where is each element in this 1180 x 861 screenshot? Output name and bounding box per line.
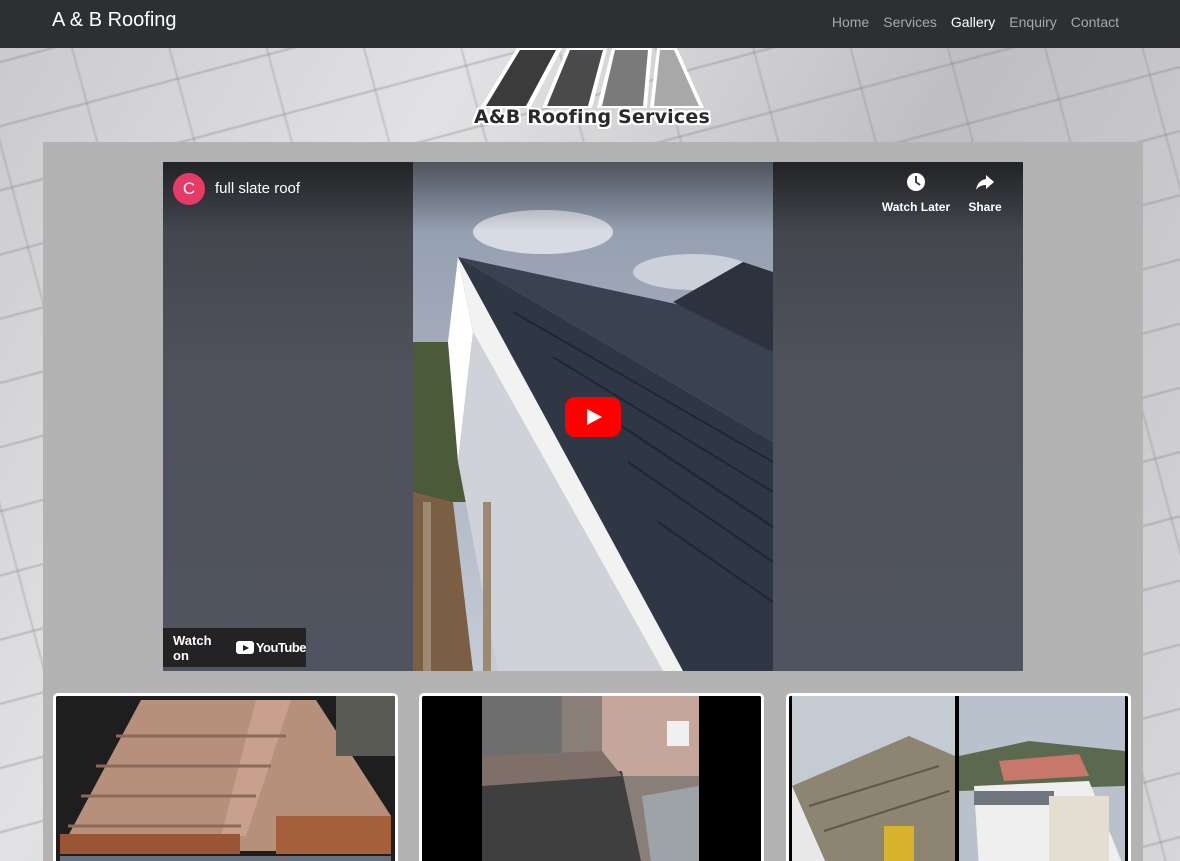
clock-icon: [907, 173, 925, 191]
video-title[interactable]: full slate roof: [215, 180, 300, 197]
gallery-image-3[interactable]: [786, 693, 1131, 861]
nav-link-contact[interactable]: Contact: [1064, 13, 1126, 31]
channel-avatar[interactable]: C: [173, 173, 205, 205]
gallery-panel: C full slate roof Watch Later Share Watc…: [43, 142, 1143, 861]
youtube-label: YouTube: [255, 640, 307, 655]
watch-on-youtube-button[interactable]: Watch on YouTube: [163, 628, 307, 667]
nav-link-home[interactable]: Home: [825, 13, 876, 31]
gallery-image-1[interactable]: [53, 693, 398, 861]
tiled-roof-photo: [56, 696, 395, 861]
share-arrow-icon: [976, 175, 994, 190]
play-button[interactable]: [565, 397, 621, 437]
navbar: A & B Roofing Home Services Gallery Enqu…: [0, 0, 1180, 48]
watch-later-button[interactable]: Watch Later: [881, 172, 951, 214]
company-logo: A&B Roofing Services: [472, 48, 712, 136]
nav-link-enquiry[interactable]: Enquiry: [1002, 13, 1063, 31]
video-embed[interactable]: C full slate roof Watch Later Share Watc…: [163, 162, 1023, 671]
nav-links: Home Services Gallery Enquiry Contact: [825, 13, 1126, 31]
share-button[interactable]: Share: [950, 172, 1020, 214]
youtube-logo: YouTube: [235, 640, 307, 655]
youtube-play-icon: [235, 641, 254, 654]
flat-roof-photo: [422, 696, 761, 861]
gallery-image-2[interactable]: [419, 693, 764, 861]
nav-link-gallery[interactable]: Gallery: [944, 13, 1002, 31]
nav-link-services[interactable]: Services: [876, 13, 944, 31]
brand-link[interactable]: A & B Roofing: [52, 8, 177, 32]
logo-roof-mark: [480, 48, 704, 108]
watch-later-label: Watch Later: [881, 200, 951, 214]
logo-text: A&B Roofing Services: [474, 106, 710, 128]
watch-on-label: Watch on: [173, 632, 212, 663]
share-label: Share: [968, 200, 1002, 214]
roof-before-after-photo: [789, 696, 1128, 861]
